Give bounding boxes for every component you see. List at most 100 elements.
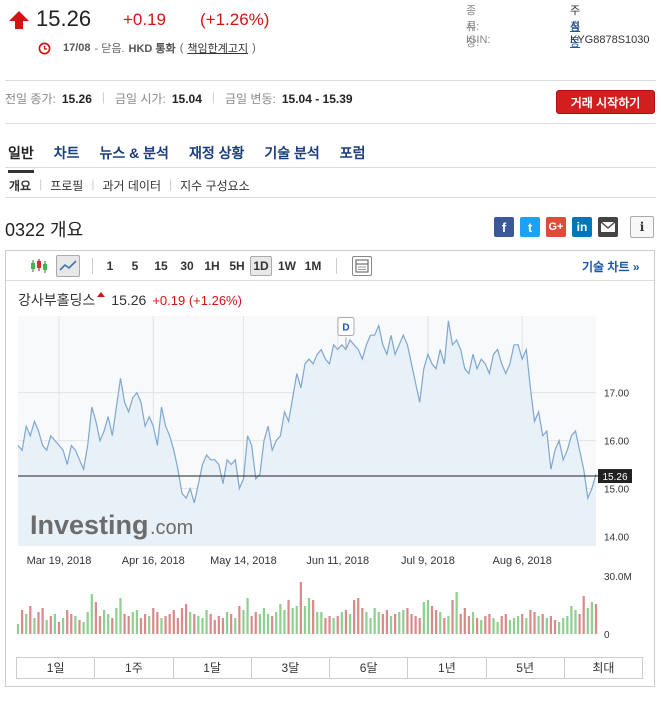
range-1d[interactable]: 1일 [17,658,96,678]
volume-bar [242,610,245,634]
volume-bar [230,614,233,634]
day-range-value: 15.04 - 15.39 [281,92,353,106]
price-summary: 전일 종가: 15.26 | 금일 시가: 15.04 | 금일 변동: 15.04 … [5,90,353,106]
volume-bar [566,616,569,634]
disclaimer-link[interactable]: 책임한계고지 [187,40,248,56]
mail-icon[interactable] [598,217,618,237]
volume-bar [119,598,122,634]
interval-1h[interactable]: 1H [201,256,223,276]
investing-watermark-suffix: .com [150,517,193,539]
volume-bar [271,616,274,634]
volume-bar [189,612,192,634]
quote-date: 17/08 [63,42,91,54]
twitter-icon[interactable]: t [520,217,540,237]
volume-bar [533,612,536,634]
volume-bar [406,608,409,634]
facebook-icon[interactable]: f [494,217,514,237]
volume-bar [127,616,130,634]
divider [5,167,656,168]
tab-forum[interactable]: 포럼 [340,143,366,173]
sub-tabs: 개요 | 프로필 | 과거 데이터 | 지수 구성요소 [9,177,250,194]
linkedin-icon[interactable]: in [572,217,592,237]
tab-financials[interactable]: 재정 상황 [189,143,244,173]
interval-30[interactable]: 30 [176,256,198,276]
area-chart-button[interactable] [56,255,80,277]
volume-bar [328,616,331,634]
disclaimer-paren-close: ) [252,42,256,54]
subtab-profile[interactable]: 프로필 [50,177,83,194]
range-6m[interactable]: 6달 [330,658,409,678]
range-1w[interactable]: 1주 [95,658,174,678]
tab-technical[interactable]: 기술 분석 [264,143,319,173]
interval-1d[interactable]: 1D [250,256,272,276]
range-1m[interactable]: 1달 [174,658,252,678]
interval-1m[interactable]: 1M [302,256,324,276]
volume-bar [582,596,585,634]
volume-bar [459,614,462,634]
interval-1[interactable]: 1 [102,256,118,276]
volume-bar [373,608,376,634]
line-chart-icon [59,260,77,271]
subtab-index-components[interactable]: 지수 구성요소 [180,177,250,194]
volume-bar [94,602,98,634]
price-change-percent: (+1.26%) [200,10,270,29]
volume-bar [512,618,516,634]
volume-bar [221,618,225,634]
volume-bar [70,614,73,634]
volume-bar [111,618,114,634]
volume-bar [197,616,200,634]
volume-bar [250,616,253,634]
volume-bar [16,624,20,634]
tab-news[interactable]: 뉴스 & 분석 [100,143,169,173]
start-trading-button[interactable]: 거래 시작하기 [556,90,655,114]
info-icon[interactable]: i [630,216,654,238]
volume-bar [53,614,57,634]
volume-bar [160,618,163,634]
range-1y[interactable]: 1년 [408,658,487,678]
volume-bar [443,618,446,634]
range-5y[interactable]: 5년 [487,658,565,678]
price-chart[interactable]: 15.26 17.00 16.00 15.00 14.00 Mar 19, 2018 Apr… [6,312,654,652]
volume-bar [86,612,89,634]
volume-bar [307,598,311,634]
volume-bar [525,618,528,634]
tab-general[interactable]: 일반 [8,143,34,173]
volume-bar [275,612,278,634]
toolbar-separator [92,258,93,274]
volume-bar [57,622,61,634]
volume-bar [418,618,421,634]
volume-bar [451,600,454,634]
day-range-label: 금일 변동: [225,92,276,106]
volume-bar [29,606,32,634]
x-tick-label: Aug 6, 2018 [493,555,552,567]
subtab-overview[interactable]: 개요 [9,177,31,194]
volume-bar [508,620,512,634]
candlestick-icon[interactable] [30,258,48,274]
tab-chart[interactable]: 차트 [54,143,80,173]
volume-bar [414,616,417,634]
volume-bar [340,612,343,634]
volume-bar [316,612,319,634]
volume-bar [369,618,372,634]
open-label: 금일 시가: [115,92,166,106]
market-status: - 닫음. [94,43,125,55]
interval-15[interactable]: 15 [150,256,172,276]
interval-1w[interactable]: 1W [276,256,298,276]
subtab-historical-data[interactable]: 과거 데이터 [102,177,161,194]
volume-bar [324,618,327,634]
table-view-icon[interactable] [352,256,372,276]
up-arrow-icon [9,11,29,29]
volume-bar [246,598,249,634]
technical-chart-link[interactable]: 기술 차트 » [582,258,640,275]
range-3m[interactable]: 3달 [252,658,330,678]
range-max[interactable]: 최대 [565,658,642,678]
interval-5h[interactable]: 5H [226,256,248,276]
clock-icon [38,42,51,54]
volume-bar [61,618,65,634]
volume-bar [168,614,171,634]
x-tick-label: May 14, 2018 [210,555,277,567]
google-plus-icon[interactable]: G+ [546,217,566,237]
volume-bar [455,592,458,634]
volume-bar [537,616,540,634]
interval-5[interactable]: 5 [127,256,143,276]
